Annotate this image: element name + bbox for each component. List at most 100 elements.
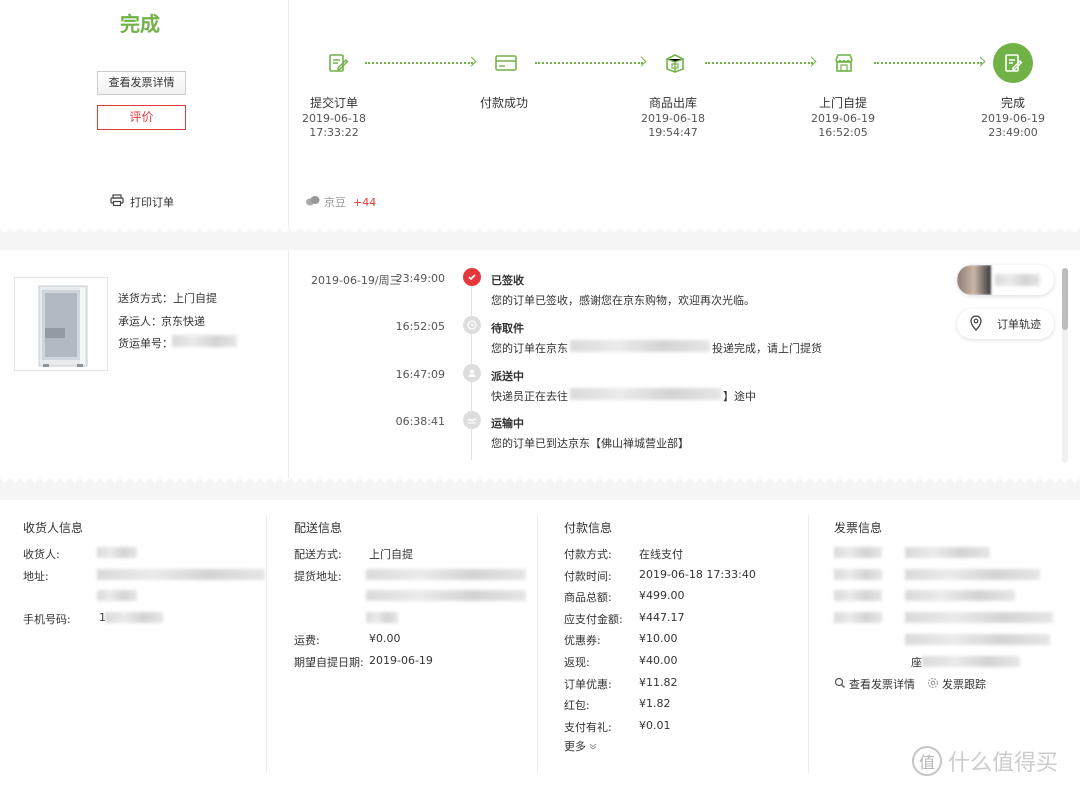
bean-icon — [305, 195, 321, 210]
step-time: 19:54:47 — [648, 126, 698, 139]
event-title: 待取件 — [491, 322, 524, 335]
payment-row-value: ¥499.00 — [639, 589, 685, 602]
watermark-text: 什么值得买 — [948, 751, 1059, 776]
pickup-address-label: 提货地址: — [294, 570, 342, 583]
chevron-down-icon — [589, 740, 597, 753]
payment-row-label: 订单优惠: — [564, 678, 612, 691]
courier-icon — [463, 364, 481, 382]
payment-row-label: 返现: — [564, 656, 590, 669]
delivery-method-label: 配送方式: — [294, 548, 342, 561]
step-label: 付款成功 — [479, 96, 528, 110]
carrier-value: 京东快递 — [161, 315, 205, 328]
invoice-track-label: 发票跟踪 — [942, 678, 986, 691]
carrier-label: 承运人： — [118, 315, 162, 328]
redacted-location — [570, 340, 710, 352]
event-description: 您的订单已到达京东【佛山禅城营业部】 — [491, 437, 689, 450]
order-track-button[interactable]: 订单轨迹 — [957, 309, 1054, 339]
payment-row-value: 在线支付 — [639, 548, 683, 561]
order-status-title: 完成 — [120, 12, 160, 36]
column-divider — [808, 515, 809, 773]
event-time: 06:38:41 — [395, 415, 445, 428]
print-order-link[interactable]: 打印订单 — [110, 194, 174, 210]
watermark-logo: 值 — [912, 746, 942, 776]
avatar — [957, 265, 991, 295]
receiver-name-label: 收货人: — [23, 548, 60, 561]
event-time: 16:52:05 — [395, 320, 445, 333]
step-label: 上门自提 — [818, 96, 867, 110]
shipment-divider — [288, 250, 289, 478]
gear-icon — [927, 677, 939, 692]
more-label: 更多 — [564, 740, 586, 753]
receiver-phone-label: 手机号码: — [23, 613, 71, 626]
payment-row-label: 付款方式: — [564, 548, 612, 561]
pickup-date-label: 期望自提日期: — [294, 656, 364, 669]
redacted-pickup-address — [366, 569, 526, 580]
jingdou-reward: 京豆 +44 — [305, 194, 376, 210]
event-description: 快递员正在去往 — [491, 390, 568, 403]
step-time: 16:52:05 — [818, 126, 868, 139]
zigzag-edge — [0, 478, 1080, 488]
progress-arrow — [535, 62, 643, 64]
view-invoice-button[interactable]: 查看发票详情 — [97, 71, 186, 95]
column-divider — [266, 515, 267, 773]
event-description: 】途中 — [723, 390, 756, 403]
product-thumbnail[interactable] — [14, 277, 108, 371]
payment-row-label: 优惠券: — [564, 634, 601, 647]
view-invoice-label: 查看发票详情 — [849, 678, 915, 691]
redacted-name — [97, 547, 137, 558]
receiver-heading: 收货人信息 — [23, 521, 84, 535]
event-time: 23:49:00 — [395, 272, 445, 285]
redacted-invoice-line — [834, 569, 882, 580]
payment-row-label: 红包: — [564, 699, 590, 712]
payment-row-value: ¥0.01 — [639, 719, 671, 732]
delivery-method-value: 上门自提 — [369, 548, 413, 561]
view-invoice-link[interactable]: 查看发票详情 — [834, 676, 915, 692]
timeline-scrollbar[interactable] — [1062, 268, 1068, 463]
redacted-pickup-address — [366, 590, 526, 601]
progress-arrow — [874, 62, 982, 64]
payment-card-icon — [493, 50, 519, 76]
event-time: 16:47:09 — [395, 368, 445, 381]
step-time: 23:49:00 — [988, 126, 1038, 139]
pickup-date-value: 2019-06-19 — [369, 654, 433, 667]
submit-order-icon — [325, 50, 351, 76]
courier-contact-pill[interactable] — [957, 265, 1054, 295]
redacted-invoice-line — [834, 547, 882, 558]
ship-method-label: 送货方式： — [118, 292, 173, 305]
payment-row-value: ¥40.00 — [639, 654, 678, 667]
order-track-label: 订单轨迹 — [997, 318, 1041, 331]
tracking-number-label: 货运单号： — [118, 337, 173, 350]
redacted-invoice-line — [905, 590, 1015, 601]
event-title: 运输中 — [491, 417, 524, 430]
step-label: 完成 — [1000, 96, 1025, 110]
step-date: 2019-06-18 — [302, 112, 366, 125]
clock-icon — [463, 316, 481, 334]
invoice-track-link[interactable]: 发票跟踪 — [927, 676, 986, 692]
redacted-courier-name — [995, 274, 1040, 286]
payment-row-value: ¥10.00 — [639, 632, 678, 645]
event-title: 派送中 — [491, 370, 524, 383]
step-time: 17:33:22 — [309, 126, 359, 139]
redacted-invoice-line — [834, 590, 882, 601]
progress-arrow — [365, 62, 473, 64]
search-icon — [834, 677, 846, 692]
shipping-fee-value: ¥0.00 — [369, 632, 401, 645]
event-description: 您的订单已签收，感谢您在京东购物，欢迎再次光临。 — [491, 294, 755, 307]
payment-row-value: ¥1.82 — [639, 697, 671, 710]
event-title: 已签收 — [491, 274, 524, 287]
progress-arrow — [705, 62, 813, 64]
redacted-pickup-address — [366, 612, 398, 623]
payment-row-value: ¥447.17 — [639, 611, 685, 624]
payment-row-label: 付款时间: — [564, 570, 612, 583]
redacted-address — [570, 388, 722, 400]
ship-method-value: 上门自提 — [173, 292, 217, 305]
invoice-seat-char: 座 — [911, 656, 922, 669]
more-link[interactable]: 更多 — [564, 738, 597, 754]
review-button[interactable]: 评价 — [97, 105, 186, 130]
scrollbar-thumb[interactable] — [1062, 268, 1068, 330]
delivery-heading: 配送信息 — [294, 521, 343, 535]
redacted-invoice-line — [905, 569, 1040, 580]
package-out-icon — [662, 50, 688, 76]
payment-heading: 付款信息 — [564, 521, 613, 535]
shipping-fee-label: 运费: — [294, 634, 320, 647]
